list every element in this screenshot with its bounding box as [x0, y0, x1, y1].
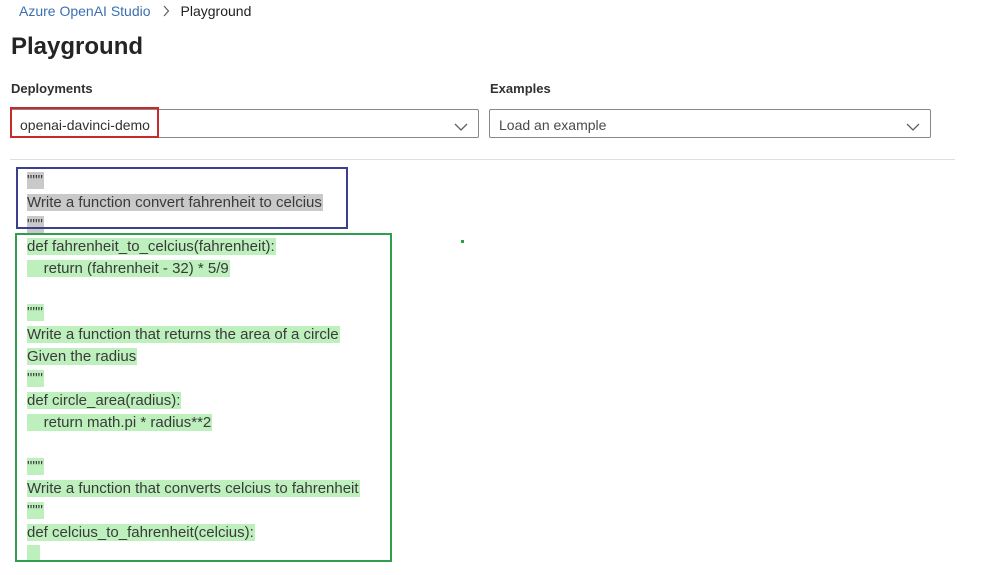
- examples-label: Examples: [490, 81, 551, 96]
- prompt-editor[interactable]: """ Write a function convert fahrenheit …: [27, 171, 947, 571]
- examples-placeholder: Load an example: [499, 117, 607, 133]
- chevron-right-icon: [162, 5, 170, 17]
- completion-cursor-highlight: [27, 545, 40, 562]
- stray-dot: [461, 240, 464, 243]
- divider: [10, 159, 955, 160]
- chevron-down-icon: [906, 119, 920, 131]
- completion-line: Given the radius: [27, 348, 138, 365]
- deployments-dropdown[interactable]: openai-davinci-demo: [10, 109, 479, 138]
- examples-dropdown[interactable]: Load an example: [489, 109, 931, 138]
- completion-line: return (fahrenheit - 32) * 5/9: [27, 260, 230, 277]
- deployments-label: Deployments: [11, 81, 93, 96]
- breadcrumb-link-studio[interactable]: Azure OpenAI Studio: [19, 3, 151, 19]
- completion-line: def fahrenheit_to_celcius(fahrenheit):: [27, 238, 276, 255]
- completion-line: return math.pi * radius**2: [27, 414, 213, 431]
- breadcrumb-current: Playground: [180, 3, 252, 19]
- completion-line: def circle_area(radius):: [27, 392, 182, 409]
- prompt-line: """: [27, 216, 44, 233]
- completion-line: """: [27, 304, 44, 321]
- chevron-down-icon: [454, 119, 468, 131]
- completion-line: """: [27, 370, 44, 387]
- breadcrumb: Azure OpenAI Studio Playground: [19, 3, 251, 19]
- completion-line: Write a function that converts celcius t…: [27, 480, 360, 497]
- deployments-selected-value: openai-davinci-demo: [20, 117, 150, 133]
- prompt-line: """: [27, 172, 44, 189]
- completion-line: """: [27, 502, 44, 519]
- completion-line: """: [27, 458, 44, 475]
- completion-line: def celcius_to_fahrenheit(celcius):: [27, 524, 255, 541]
- prompt-line: Write a function convert fahrenheit to c…: [27, 194, 323, 211]
- completion-line: Write a function that returns the area o…: [27, 326, 340, 343]
- page-title: Playground: [11, 33, 144, 60]
